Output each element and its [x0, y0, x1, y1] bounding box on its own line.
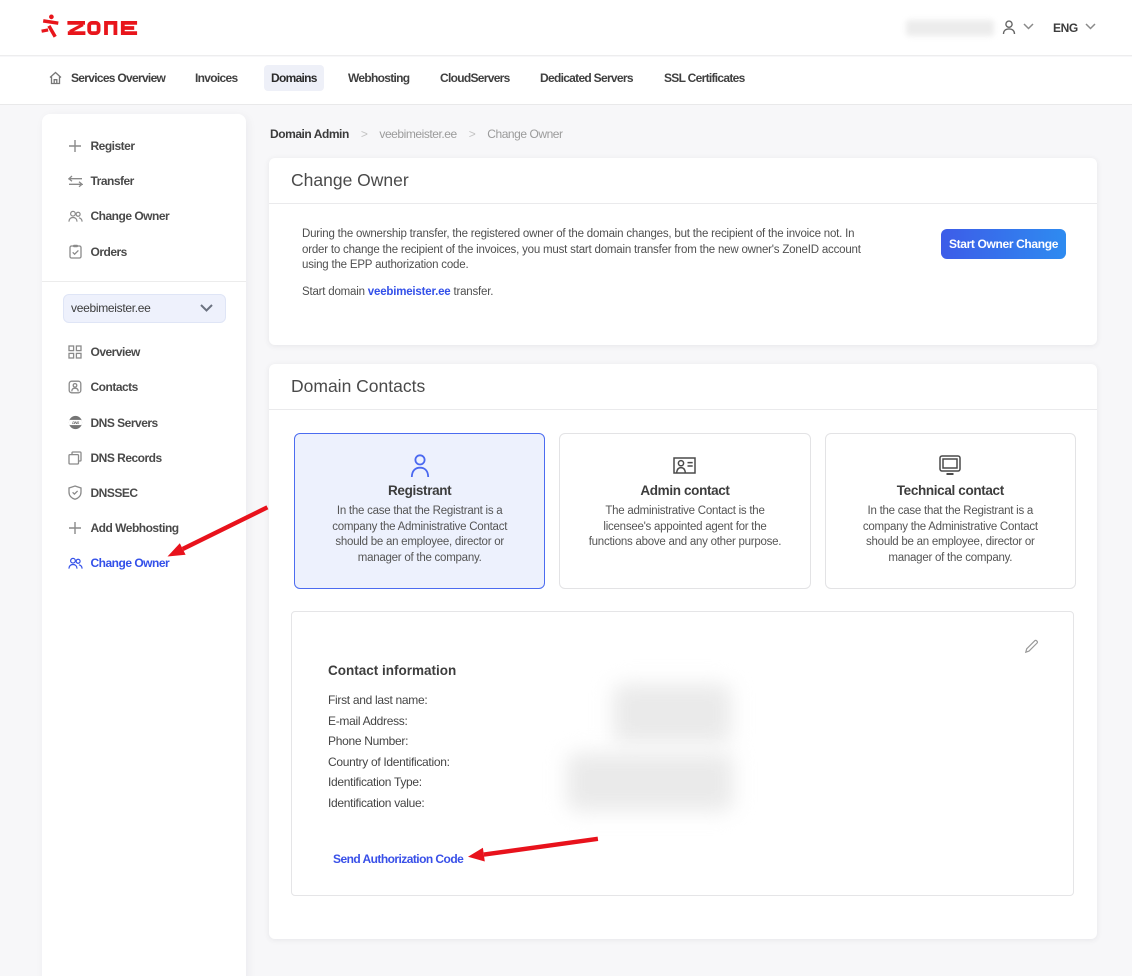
svg-text:DNS: DNS [72, 421, 79, 425]
